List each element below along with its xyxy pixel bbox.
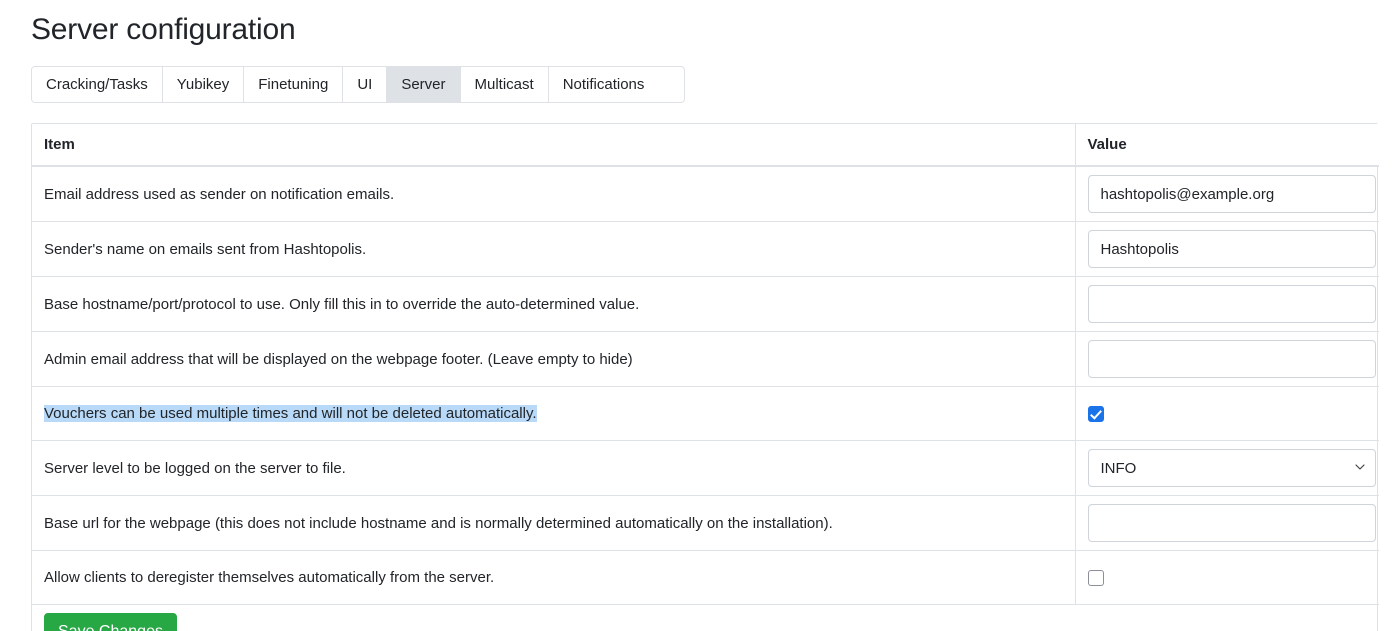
config-item-description-cell: Email address used as sender on notifica… [32,165,1076,222]
page-title: Server configuration [31,13,296,46]
tab-label: Server [401,76,446,93]
table-row: Admin email address that will be display… [32,331,1379,387]
config-table-body: Email address used as sender on notifica… [32,165,1379,631]
config-item-description-cell: Admin email address that will be display… [32,331,1076,387]
config-checkbox-unchecked[interactable] [1087,570,1104,587]
tab-label: Finetuning [258,76,329,93]
table-row: Base url for the webpage (this does not … [32,495,1379,551]
config-item-description-cell: Base hostname/port/protocol to use. Only… [32,276,1076,332]
config-log-level-select[interactable]: INFO [1087,449,1376,487]
tab-label: Multicast [474,76,534,93]
config-item-description-cell: Allow clients to deregister themselves a… [32,550,1076,605]
config-value-cell [1075,550,1379,605]
config-table: Item Value Email address used as sender … [32,124,1379,631]
config-table-container: Item Value Email address used as sender … [31,123,1379,631]
config-item-description-cell: Server level to be logged on the server … [32,440,1076,496]
tab-ui[interactable]: UI [343,67,388,102]
save-row: Save Changes [32,604,1379,631]
tab-label: Notifications [562,76,645,93]
settings-tab-bar: Cracking/Tasks Yubikey Finetuning UI Server M… [31,66,685,103]
tab-server[interactable]: Server [387,67,461,102]
config-text-input[interactable] [1087,230,1376,268]
config-text-input[interactable] [1087,175,1376,213]
table-row: Base hostname/port/protocol to use. Only… [32,276,1379,332]
column-header-item: Item [32,124,1076,167]
table-row: Server level to be logged on the server … [32,440,1379,496]
config-value-cell [1075,165,1379,222]
config-item-description: Email address used as sender on notifica… [44,185,395,203]
config-value-cell [1075,221,1379,277]
save-changes-button[interactable]: Save Changes [44,613,177,631]
config-item-description: Allow clients to deregister themselves a… [44,569,495,586]
tab-finetuning[interactable]: Finetuning [244,67,344,102]
config-item-description-cell: Vouchers can be used multiple times and … [32,386,1076,441]
tab-multicast[interactable]: Multicast [460,67,549,102]
tab-cracking-tasks[interactable]: Cracking/Tasks [32,67,163,102]
config-item-description-cell: Base url for the webpage (this does not … [32,495,1076,551]
config-value-cell [1075,331,1379,387]
config-item-description: Sender's name on emails sent from Hashto… [44,240,367,258]
config-item-description: Admin email address that will be display… [44,350,633,368]
config-value-cell: INFO [1075,440,1379,496]
tab-label: Cracking/Tasks [46,76,148,93]
table-row: Vouchers can be used multiple times and … [32,386,1379,441]
config-item-description: Base hostname/port/protocol to use. Only… [44,295,640,313]
table-row: Allow clients to deregister themselves a… [32,550,1379,605]
tab-yubikey[interactable]: Yubikey [162,67,245,102]
config-select-wrapper: INFO [1087,449,1376,487]
save-cell: Save Changes [32,604,1379,631]
tab-notifications[interactable]: Notifications [548,67,659,102]
config-item-description: Server level to be logged on the server … [44,459,346,477]
config-item-description: Base url for the webpage (this does not … [44,514,833,532]
config-text-input[interactable] [1087,504,1376,542]
table-row: Email address used as sender on notifica… [32,165,1379,222]
config-value-cell [1075,495,1379,551]
config-text-input[interactable] [1087,285,1376,323]
config-value-cell [1075,276,1379,332]
config-table-head: Item Value [32,124,1379,167]
tab-label: UI [357,76,373,93]
config-item-description: Vouchers can be used multiple times and … [44,405,537,422]
server-configuration-page: Server configuration Cracking/Tasks Yubik… [0,0,1400,631]
column-header-value: Value [1075,124,1379,167]
config-checkbox-checked[interactable] [1087,406,1104,423]
tab-label: Yubikey [176,76,230,93]
table-row: Sender's name on emails sent from Hashto… [32,221,1379,277]
config-item-description-cell: Sender's name on emails sent from Hashto… [32,221,1076,277]
table-header-row: Item Value [32,124,1379,167]
config-value-cell [1075,386,1379,441]
config-text-input[interactable] [1087,340,1376,378]
